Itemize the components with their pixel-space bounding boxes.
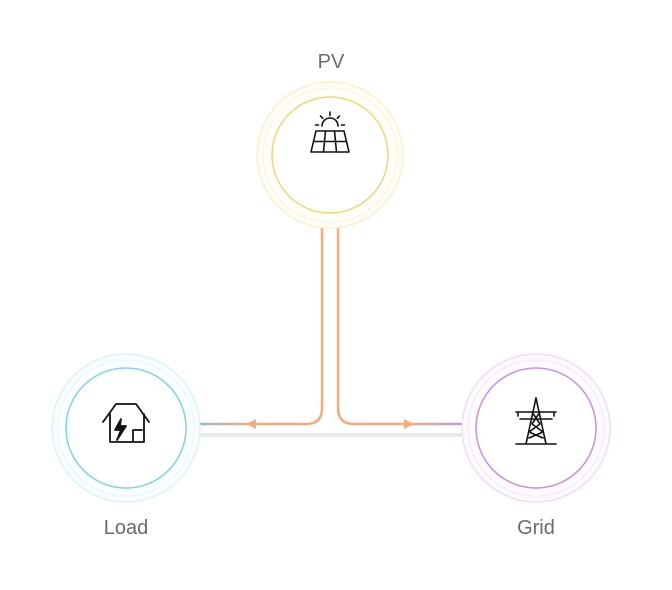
load-label: Load: [103, 517, 149, 539]
pv-node[interactable]: [256, 81, 404, 229]
pv-label: PV: [317, 51, 345, 73]
load-node[interactable]: [51, 353, 201, 503]
pv-to-load-flow-line: [186, 218, 324, 426]
energy-flow-diagram: PV Load Grid: [0, 0, 672, 590]
pv-to-grid-arrow-icon: [404, 419, 414, 429]
flow-canvas: [51, 81, 611, 503]
grid-node[interactable]: [461, 353, 611, 503]
pv-to-grid-flow-line: [336, 218, 478, 426]
pv-to-load-arrow-icon: [246, 419, 256, 429]
grid-label: Grid: [517, 517, 555, 539]
